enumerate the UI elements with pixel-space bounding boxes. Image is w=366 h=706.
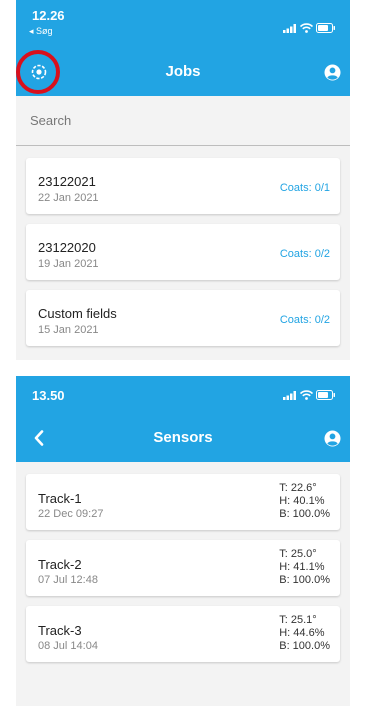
temperature-reading: T: 25.0° <box>279 548 317 560</box>
sensors-screen: 13.50 Sensors Track-1 22 Dec 09:27 T: 22… <box>16 376 350 706</box>
sensor-readings: T: 22.6° H: 40.1% B: 100.0% <box>279 482 330 521</box>
sensors-header: Sensors <box>16 414 350 462</box>
page-title: Sensors <box>153 429 213 446</box>
humidity-reading: H: 44.6% <box>279 627 325 639</box>
battery-icon <box>316 390 335 400</box>
job-date: 22 Jan 2021 <box>38 192 99 204</box>
sensor-card-3[interactable]: Track-3 08 Jul 14:04 T: 25.1° H: 44.6% B… <box>26 606 340 662</box>
temperature-reading: T: 22.6° <box>279 482 317 494</box>
battery-reading: B: 100.0% <box>279 574 330 586</box>
battery-reading: B: 100.0% <box>279 640 330 652</box>
status-time: 12.26 <box>32 8 65 23</box>
status-icons <box>283 390 336 400</box>
job-card-1[interactable]: 23122021 22 Jan 2021 Coats: 0/1 <box>26 158 340 214</box>
status-bar: 13.50 <box>16 376 350 414</box>
temperature-reading: T: 25.1° <box>279 614 317 626</box>
sensor-readings: T: 25.1° H: 44.6% B: 100.0% <box>279 614 330 653</box>
wifi-icon <box>300 390 313 400</box>
signal-icon <box>283 23 296 33</box>
jobs-header: Jobs <box>16 48 350 96</box>
job-card-3[interactable]: Custom fields 15 Jan 2021 Coats: 0/2 <box>26 290 340 346</box>
job-card-2[interactable]: 23122020 19 Jan 2021 Coats: 0/2 <box>26 224 340 280</box>
job-date: 15 Jan 2021 <box>38 324 99 336</box>
jobs-screen: 12.26 ◂ Søg Jobs Search 23122021 22 Jan … <box>16 0 350 360</box>
sensor-time: 08 Jul 14:04 <box>38 640 98 652</box>
back-to-search-link[interactable]: ◂ Søg <box>29 26 53 37</box>
battery-reading: B: 100.0% <box>279 508 330 520</box>
profile-button[interactable] <box>320 426 344 450</box>
status-time: 13.50 <box>32 388 65 403</box>
status-bar: 12.26 ◂ Søg <box>16 0 350 48</box>
sensor-time: 22 Dec 09:27 <box>38 508 104 520</box>
user-icon <box>324 430 340 446</box>
sensor-name: Track-3 <box>38 623 82 638</box>
sensor-card-2[interactable]: Track-2 07 Jul 12:48 T: 25.0° H: 41.1% B… <box>26 540 340 596</box>
sensor-name: Track-1 <box>38 491 82 506</box>
status-icons <box>283 23 336 33</box>
job-name: 23122020 <box>38 240 96 255</box>
user-icon <box>324 64 340 80</box>
job-coats: Coats: 0/2 <box>279 314 330 326</box>
humidity-reading: H: 41.1% <box>279 561 325 573</box>
sensor-name: Track-2 <box>38 557 82 572</box>
profile-button[interactable] <box>320 60 344 84</box>
battery-icon <box>316 23 335 33</box>
job-coats: Coats: 0/2 <box>279 248 330 260</box>
sensor-time: 07 Jul 12:48 <box>38 574 98 586</box>
job-coats: Coats: 0/1 <box>279 182 330 194</box>
humidity-reading: H: 40.1% <box>279 495 325 507</box>
sensor-readings: T: 25.0° H: 41.1% B: 100.0% <box>279 548 330 587</box>
wifi-icon <box>300 23 313 33</box>
sensor-card-1[interactable]: Track-1 22 Dec 09:27 T: 22.6° H: 40.1% B… <box>26 474 340 530</box>
page-title: Jobs <box>165 63 201 80</box>
signal-icon <box>283 390 296 400</box>
job-date: 19 Jan 2021 <box>38 258 99 270</box>
search-input[interactable] <box>16 96 350 145</box>
job-name: Custom fields <box>38 306 117 321</box>
search-bar <box>16 96 350 146</box>
job-name: 23122021 <box>38 174 96 189</box>
